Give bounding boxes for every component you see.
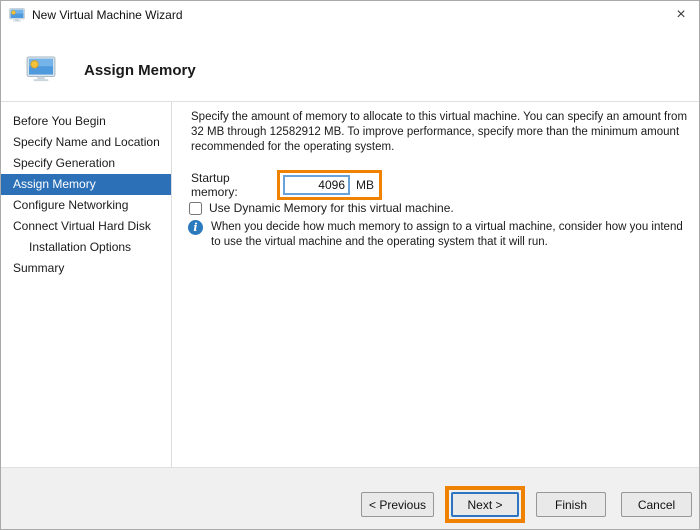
sidebar-divider [171, 102, 172, 467]
memory-description-text: Specify the amount of memory to allocate… [191, 110, 693, 155]
cancel-button[interactable]: Cancel [621, 492, 692, 517]
next-button-highlight-box: Next > [445, 486, 525, 523]
info-note-text: When you decide how much memory to assig… [211, 220, 691, 250]
sidebar-item-specify-name-and-location[interactable]: Specify Name and Location [1, 132, 171, 153]
memory-unit-label: MB [356, 178, 374, 192]
startup-memory-row: Startup memory: MB [191, 170, 382, 200]
sidebar-item-summary[interactable]: Summary [1, 258, 171, 279]
previous-button[interactable]: < Previous [361, 492, 434, 517]
sidebar-item-connect-virtual-hard-disk[interactable]: Connect Virtual Hard Disk [1, 216, 171, 237]
titlebar: New Virtual Machine Wizard × [1, 1, 699, 29]
sidebar-item-specify-generation[interactable]: Specify Generation [1, 153, 171, 174]
info-icon: i [188, 220, 203, 235]
startup-memory-label: Startup memory: [191, 171, 275, 199]
dynamic-memory-label: Use Dynamic Memory for this virtual mach… [209, 201, 454, 215]
info-note-row: i When you decide how much memory to ass… [188, 220, 691, 250]
sidebar-item-configure-networking[interactable]: Configure Networking [1, 195, 171, 216]
dynamic-memory-row: Use Dynamic Memory for this virtual mach… [189, 201, 454, 215]
sidebar-item-installation-options[interactable]: Installation Options [1, 237, 171, 258]
finish-button[interactable]: Finish [536, 492, 606, 517]
startup-memory-input[interactable] [283, 175, 350, 195]
virtual-machine-icon [9, 7, 25, 23]
close-icon[interactable]: × [669, 3, 693, 27]
window-title: New Virtual Machine Wizard [32, 8, 183, 22]
wizard-window: New Virtual Machine Wizard × Assign Memo… [0, 0, 700, 530]
header-divider [1, 101, 700, 102]
dynamic-memory-checkbox[interactable] [189, 202, 202, 215]
assign-memory-page-icon [26, 56, 56, 82]
wizard-steps-sidebar: Before You Begin Specify Name and Locati… [1, 111, 171, 279]
sidebar-item-before-you-begin[interactable]: Before You Begin [1, 111, 171, 132]
page-title: Assign Memory [84, 62, 196, 79]
next-button[interactable]: Next > [451, 492, 519, 517]
startup-memory-highlight-box: MB [277, 170, 382, 200]
sidebar-item-assign-memory[interactable]: Assign Memory [1, 174, 171, 195]
